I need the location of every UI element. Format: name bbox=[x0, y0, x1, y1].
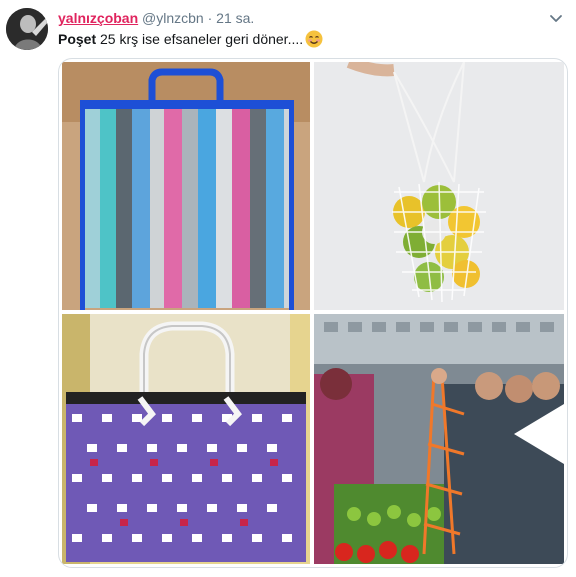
display-name[interactable]: yalnızçoban bbox=[58, 10, 138, 26]
market-net-bag-photo[interactable] bbox=[314, 314, 564, 564]
user-handle[interactable]: @ylnzcbn bbox=[142, 10, 204, 26]
avatar[interactable] bbox=[6, 8, 48, 50]
tweet-text-rest: 25 krş ise efsaneler geri döner.... bbox=[96, 31, 304, 47]
tweet-header: yalnızçoban @ylnzcbn · 21 sa. bbox=[58, 10, 254, 26]
chevron-down-icon[interactable] bbox=[548, 10, 564, 26]
separator-dot: · bbox=[207, 10, 213, 26]
smiling-face-emoji-icon bbox=[305, 30, 323, 48]
striped-plastic-bag-photo[interactable] bbox=[62, 62, 310, 310]
tweet-text-bold: Poşet bbox=[58, 31, 97, 47]
woven-plastic-basket-photo[interactable] bbox=[62, 314, 310, 564]
media-grid bbox=[58, 58, 568, 568]
tweet-text: Poşet 25 krş ise efsaneler geri döner...… bbox=[58, 30, 323, 48]
string-net-bag-photo[interactable] bbox=[314, 62, 564, 310]
tweet-timestamp[interactable]: 21 sa. bbox=[216, 10, 254, 26]
